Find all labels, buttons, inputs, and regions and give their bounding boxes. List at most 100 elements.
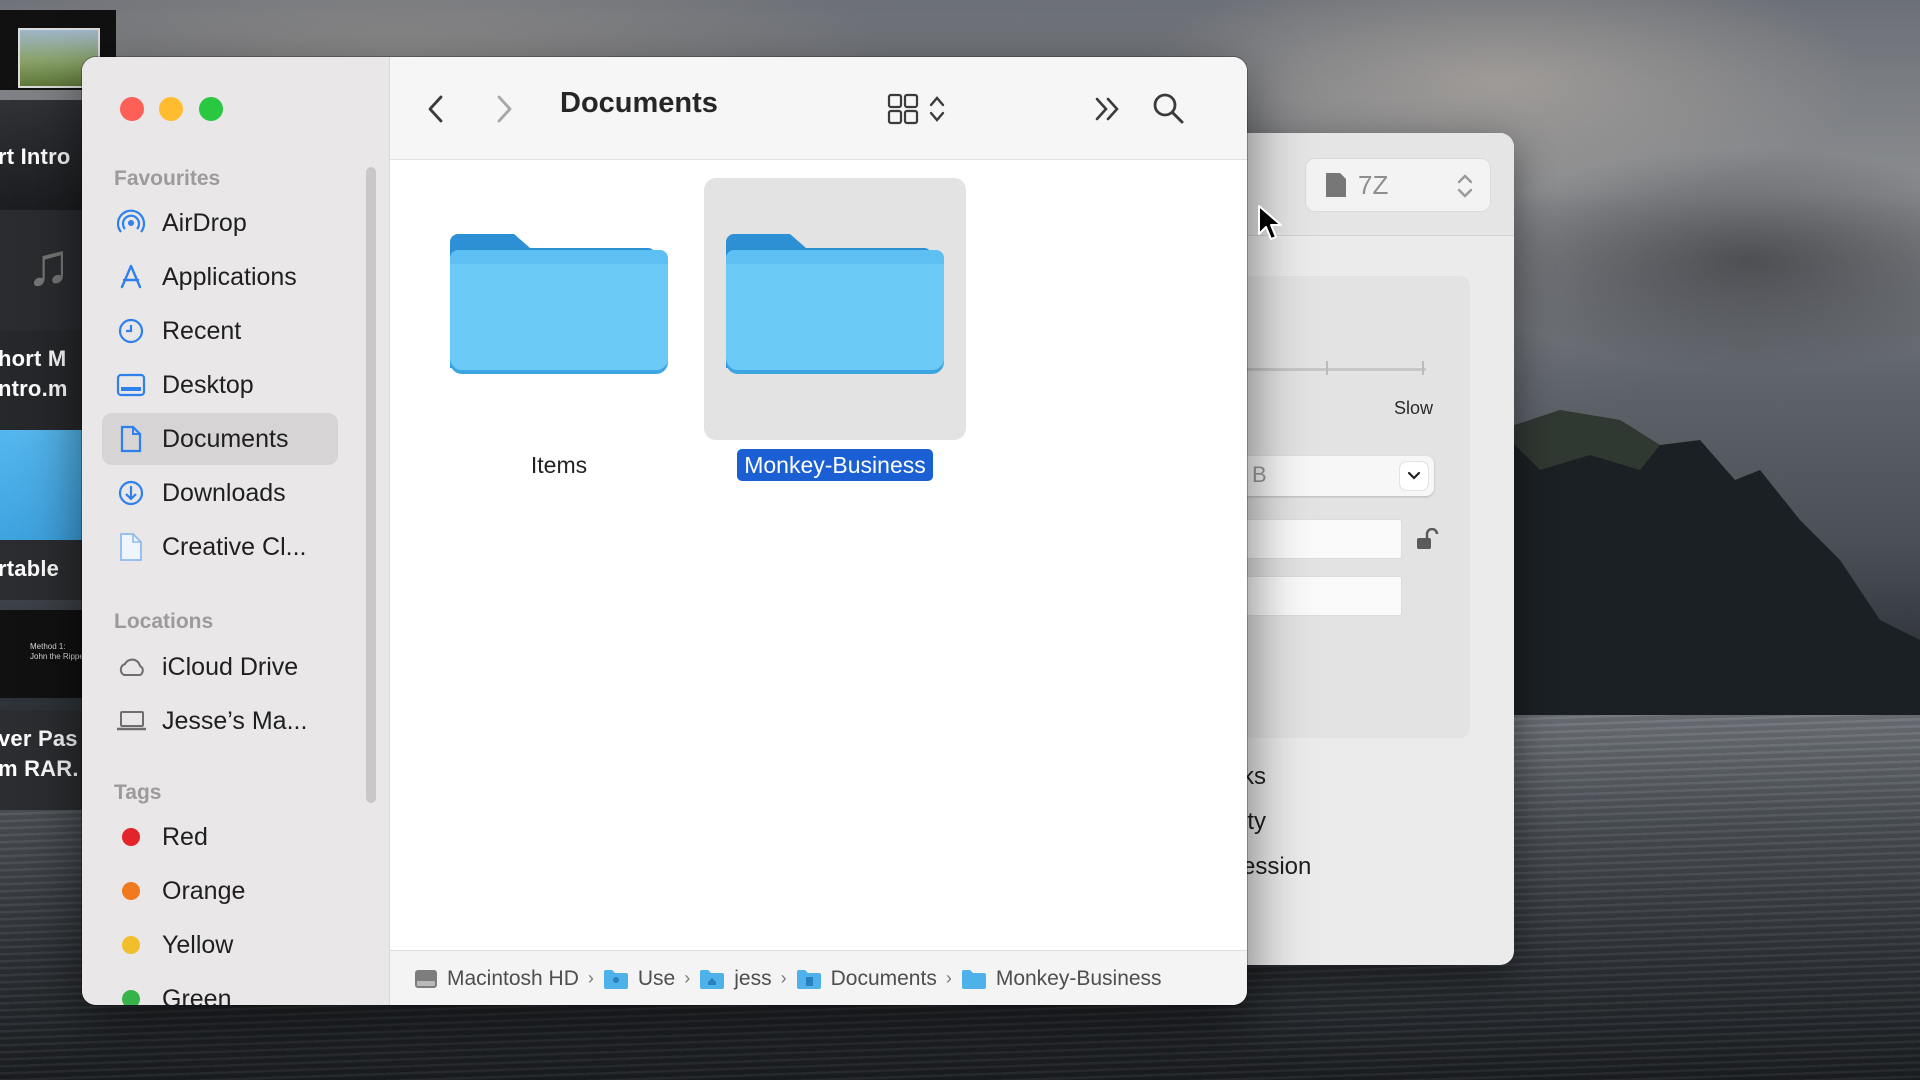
sidebar-item-label: Desktop xyxy=(162,370,254,399)
folder-name: Items xyxy=(428,452,690,479)
file-icon xyxy=(1326,173,1346,197)
thumbnail-caption: Method 1: John the Ripper xyxy=(30,642,87,661)
path-bar: Macintosh HD › Use › jess › Documents › … xyxy=(390,950,1247,1005)
tag-color-dot xyxy=(122,882,140,900)
sidebar-section-tags: Tags xyxy=(114,781,162,804)
sidebar-scrollbar[interactable] xyxy=(366,167,376,803)
laptop-icon xyxy=(116,706,146,736)
folder-name-text: Items xyxy=(530,452,588,478)
sidebar-tag-orange[interactable]: Orange xyxy=(102,865,338,917)
folder-icon xyxy=(726,234,944,374)
file-icon xyxy=(116,532,146,562)
sidebar-item-label: Orange xyxy=(162,876,246,905)
path-item-users[interactable]: Use › xyxy=(603,967,699,991)
search-icon xyxy=(1153,93,1184,124)
close-button[interactable] xyxy=(120,97,144,121)
sidebar-tag-green[interactable]: Green xyxy=(102,973,338,1005)
speed-label-slow: Slow xyxy=(1394,398,1434,418)
path-item-monkey-business[interactable]: Monkey-Business xyxy=(961,967,1162,991)
thumbnail-caption: rt Intro xyxy=(0,144,71,169)
finder-toolbar: Documents xyxy=(390,57,1247,160)
mouse-cursor-icon xyxy=(1258,205,1282,240)
slider-tick xyxy=(1422,361,1424,375)
desktop-icon xyxy=(116,370,146,400)
thumbnail-caption: ver Pas m RAR. xyxy=(0,726,79,781)
sidebar-item-label: Green xyxy=(162,984,232,1006)
path-item-home[interactable]: jess › xyxy=(699,967,795,991)
tag-color-dot xyxy=(122,990,140,1005)
finder-sidebar: Favourites AirDrop Applications Recent D… xyxy=(82,57,390,1005)
sidebar-tag-yellow[interactable]: Yellow xyxy=(102,919,338,971)
sidebar-item-applications[interactable]: Applications xyxy=(102,251,338,303)
airdrop-icon xyxy=(116,208,146,238)
stepper-icon xyxy=(1457,174,1473,198)
path-item-macintosh-hd[interactable]: Macintosh HD › xyxy=(414,967,603,991)
chevron-down-icon xyxy=(1400,462,1428,490)
zoom-button[interactable] xyxy=(199,97,223,121)
finder-window[interactable]: Favourites AirDrop Applications Recent D… xyxy=(82,57,1247,1005)
search-button[interactable] xyxy=(1148,87,1188,129)
folder-name: Monkey-Business xyxy=(704,449,966,481)
sidebar-item-icloud-drive[interactable]: iCloud Drive xyxy=(102,641,338,693)
folder-icon xyxy=(450,234,668,374)
music-note-icon: ♫ xyxy=(26,231,71,298)
document-icon xyxy=(116,424,146,454)
folder-monkey-business[interactable]: Monkey-Business xyxy=(704,178,966,488)
folder-icon xyxy=(699,968,725,990)
path-separator: › xyxy=(780,968,787,988)
sidebar-item-airdrop[interactable]: AirDrop xyxy=(102,197,338,249)
sidebar-item-label: Creative Cl... xyxy=(162,532,307,561)
chevron-right-icon xyxy=(497,95,512,123)
thumbnail-caption: hort M ntro.m xyxy=(0,346,68,401)
path-item-label: Macintosh HD xyxy=(447,966,579,990)
sidebar-item-downloads[interactable]: Downloads xyxy=(102,467,338,519)
view-options-button[interactable] xyxy=(882,87,952,131)
finder-content[interactable]: Items Monkey-Business xyxy=(390,160,1247,950)
cloud-icon xyxy=(116,652,146,682)
thumbnail-caption: rtable xyxy=(0,556,60,581)
sidebar-item-creative-cloud[interactable]: Creative Cl... xyxy=(102,521,338,573)
download-icon xyxy=(116,478,146,508)
sidebar-tag-red[interactable]: Red xyxy=(102,811,338,863)
sidebar-item-desktop[interactable]: Desktop xyxy=(102,359,338,411)
dropdown-value: B xyxy=(1252,462,1267,487)
chevron-left-icon xyxy=(428,95,443,123)
folder-items[interactable]: Items xyxy=(428,178,690,488)
format-select[interactable]: 7Z xyxy=(1305,158,1491,212)
forward-button[interactable] xyxy=(486,89,522,129)
clock-icon xyxy=(116,316,146,346)
slider-tick xyxy=(1326,361,1328,375)
sidebar-item-label: Jesse’s Ma... xyxy=(162,706,308,735)
sidebar-item-mac[interactable]: Jesse’s Ma... xyxy=(102,695,338,747)
double-chevron-right-icon xyxy=(1095,97,1119,121)
path-item-label: jess xyxy=(734,966,772,990)
more-toolbar-items-button[interactable] xyxy=(1090,89,1126,129)
format-label: 7Z xyxy=(1358,169,1389,200)
path-item-documents[interactable]: Documents › xyxy=(796,967,961,991)
sidebar-item-label: Documents xyxy=(162,424,289,453)
sidebar-item-label: Recent xyxy=(162,316,242,345)
sidebar-item-label: Yellow xyxy=(162,930,234,959)
sidebar-item-recent[interactable]: Recent xyxy=(102,305,338,357)
path-separator: › xyxy=(945,968,952,988)
path-item-label: Documents xyxy=(830,966,937,990)
sidebar-item-documents[interactable]: Documents xyxy=(102,413,338,465)
window-title: Documents xyxy=(560,87,718,119)
sidebar-section-locations: Locations xyxy=(114,610,214,633)
sidebar-item-label: Red xyxy=(162,822,208,851)
disk-icon xyxy=(414,968,438,990)
grid-view-icon xyxy=(887,93,919,125)
stepper-icon xyxy=(929,96,945,122)
option-label: ession xyxy=(1242,853,1312,880)
minimize-button[interactable] xyxy=(159,97,183,121)
path-item-label: Use xyxy=(637,966,676,990)
unlock-icon[interactable] xyxy=(1415,528,1439,552)
sidebar-item-label: Applications xyxy=(162,262,297,291)
back-button[interactable] xyxy=(418,89,454,129)
path-item-label: Monkey-Business xyxy=(995,966,1162,990)
path-separator: › xyxy=(684,968,691,988)
folder-name-text: Monkey-Business xyxy=(737,449,933,481)
sidebar-item-label: iCloud Drive xyxy=(162,652,299,681)
folder-icon xyxy=(961,968,987,990)
applications-icon xyxy=(116,262,146,292)
